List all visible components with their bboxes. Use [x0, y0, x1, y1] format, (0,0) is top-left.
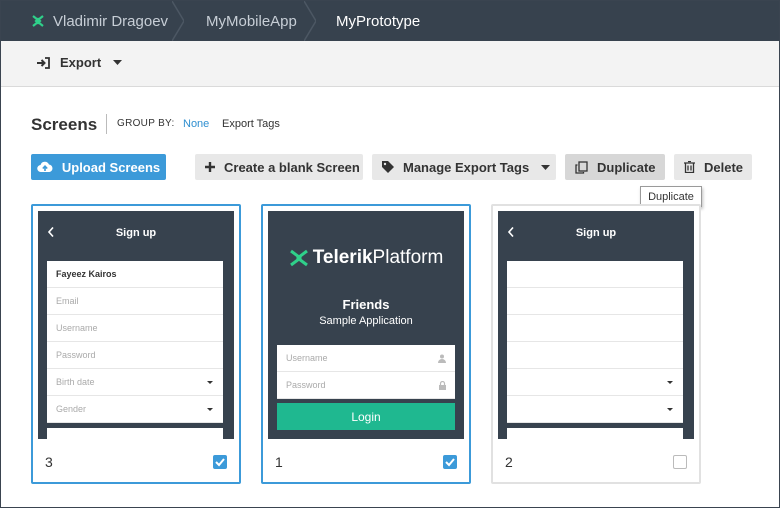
group-by-none-link[interactable]: None	[183, 118, 209, 130]
screen-number: 3	[45, 454, 53, 470]
dropdown-arrow-icon	[667, 381, 673, 384]
form-field	[507, 369, 683, 396]
chevron-left-icon	[48, 227, 54, 237]
dropdown-arrow-icon	[667, 408, 673, 411]
plus-icon	[205, 162, 215, 172]
create-blank-screen-label: Create a blank Screen	[224, 159, 360, 175]
caret-down-icon	[113, 60, 123, 65]
logo-text-light: Platform	[372, 247, 444, 268]
screen-number: 1	[275, 454, 283, 470]
screen-card-1[interactable]: Telerik Platform Friends Sample Applicat…	[261, 204, 471, 484]
page-title: Screens	[31, 115, 98, 134]
export-label: Export	[60, 55, 102, 70]
duplicate-button[interactable]: Duplicate	[565, 154, 665, 180]
group-by-label: GROUP BY:	[117, 118, 175, 129]
thumbnail-nav-bar: Sign up	[498, 211, 694, 255]
group-by-export-tags-link[interactable]: Export Tags	[222, 118, 280, 130]
login-button: Login	[277, 403, 455, 430]
manage-export-tags-button[interactable]: Manage Export Tags	[372, 154, 556, 180]
form-field	[507, 288, 683, 315]
screen-select-checkbox[interactable]	[673, 455, 687, 469]
app-heading: Friends	[342, 297, 390, 312]
screen-select-checkbox[interactable]	[213, 455, 227, 469]
thumbnail-title: Sign up	[115, 227, 157, 239]
signup-form	[507, 261, 683, 423]
screen-card-3[interactable]: Sign up Fayeez Kairos Email Username Pas…	[31, 204, 241, 484]
login-form: Username Password	[277, 345, 455, 399]
form-field: Username	[47, 315, 223, 342]
delete-button[interactable]: Delete	[674, 154, 752, 180]
form-field	[507, 396, 683, 423]
tag-icon	[382, 161, 394, 173]
delete-label: Delete	[704, 159, 744, 175]
breadcrumb-user-label: Vladimir Dragoev	[53, 12, 169, 30]
chevron-left-icon	[508, 227, 514, 237]
telerik-logo-icon	[32, 15, 44, 27]
upload-screens-label: Upload Screens	[61, 159, 161, 175]
thumbnail-title: Sign up	[575, 227, 617, 239]
trash-icon	[684, 161, 695, 173]
app-subheading: Sample Application	[319, 315, 413, 327]
signup-form: Fayeez Kairos Email Username Password Bi…	[47, 261, 223, 423]
sign-in-icon	[37, 56, 50, 69]
form-field	[507, 261, 683, 288]
form-field: Gender	[47, 396, 223, 423]
screen-card-2[interactable]: Sign up 2	[491, 204, 701, 484]
screen-number: 2	[505, 454, 513, 470]
title-divider	[106, 114, 107, 134]
logo-text-bold: Telerik	[312, 247, 373, 268]
breadcrumb-app[interactable]: MyMobileApp	[184, 1, 316, 41]
screen-thumbnail[interactable]: Sign up Fayeez Kairos Email Username Pas…	[38, 211, 234, 439]
copy-icon	[575, 160, 588, 174]
form-field: Birth date	[47, 369, 223, 396]
export-menu-button[interactable]: Export	[37, 55, 123, 70]
manage-export-tags-label: Manage Export Tags	[403, 159, 530, 175]
form-tail	[507, 426, 683, 439]
form-field: Email	[47, 288, 223, 315]
cloud-upload-icon	[37, 161, 53, 173]
breadcrumb-prototype-label: MyPrototype	[336, 12, 421, 30]
screen-select-checkbox[interactable]	[443, 455, 457, 469]
thumbnail-nav-bar: Sign up	[38, 211, 234, 255]
password-field: Password	[277, 372, 455, 399]
breadcrumb-separator	[304, 1, 316, 41]
user-icon	[438, 354, 446, 363]
dropdown-arrow-icon	[207, 381, 213, 384]
breadcrumb-separator	[172, 1, 184, 41]
checkmark-icon	[215, 458, 225, 467]
toolbar: Export	[1, 41, 779, 87]
duplicate-label: Duplicate	[597, 159, 656, 175]
top-navigation-bar: Vladimir Dragoev MyMobileApp MyPrototype	[1, 1, 779, 41]
telerik-platform-logo: Telerik Platform	[268, 247, 464, 269]
breadcrumb-app-label: MyMobileApp	[206, 12, 297, 30]
breadcrumb-prototype[interactable]: MyPrototype	[316, 1, 420, 41]
username-field: Username	[277, 345, 455, 372]
form-field	[507, 315, 683, 342]
dropdown-arrow-icon	[207, 408, 213, 411]
caret-down-icon	[541, 164, 551, 170]
upload-screens-button[interactable]: Upload Screens	[31, 154, 166, 180]
lock-icon	[439, 381, 446, 390]
form-field: Fayeez Kairos	[47, 261, 223, 288]
breadcrumb-user[interactable]: Vladimir Dragoev	[1, 1, 184, 41]
create-blank-screen-button[interactable]: Create a blank Screen	[195, 154, 363, 180]
screen-thumbnail[interactable]: Telerik Platform Friends Sample Applicat…	[268, 211, 464, 439]
form-tail	[47, 426, 223, 439]
form-field	[507, 342, 683, 369]
form-field: Password	[47, 342, 223, 369]
telerik-logo-icon	[289, 249, 308, 267]
screen-thumbnail[interactable]: Sign up	[498, 211, 694, 439]
checkmark-icon	[445, 458, 455, 467]
